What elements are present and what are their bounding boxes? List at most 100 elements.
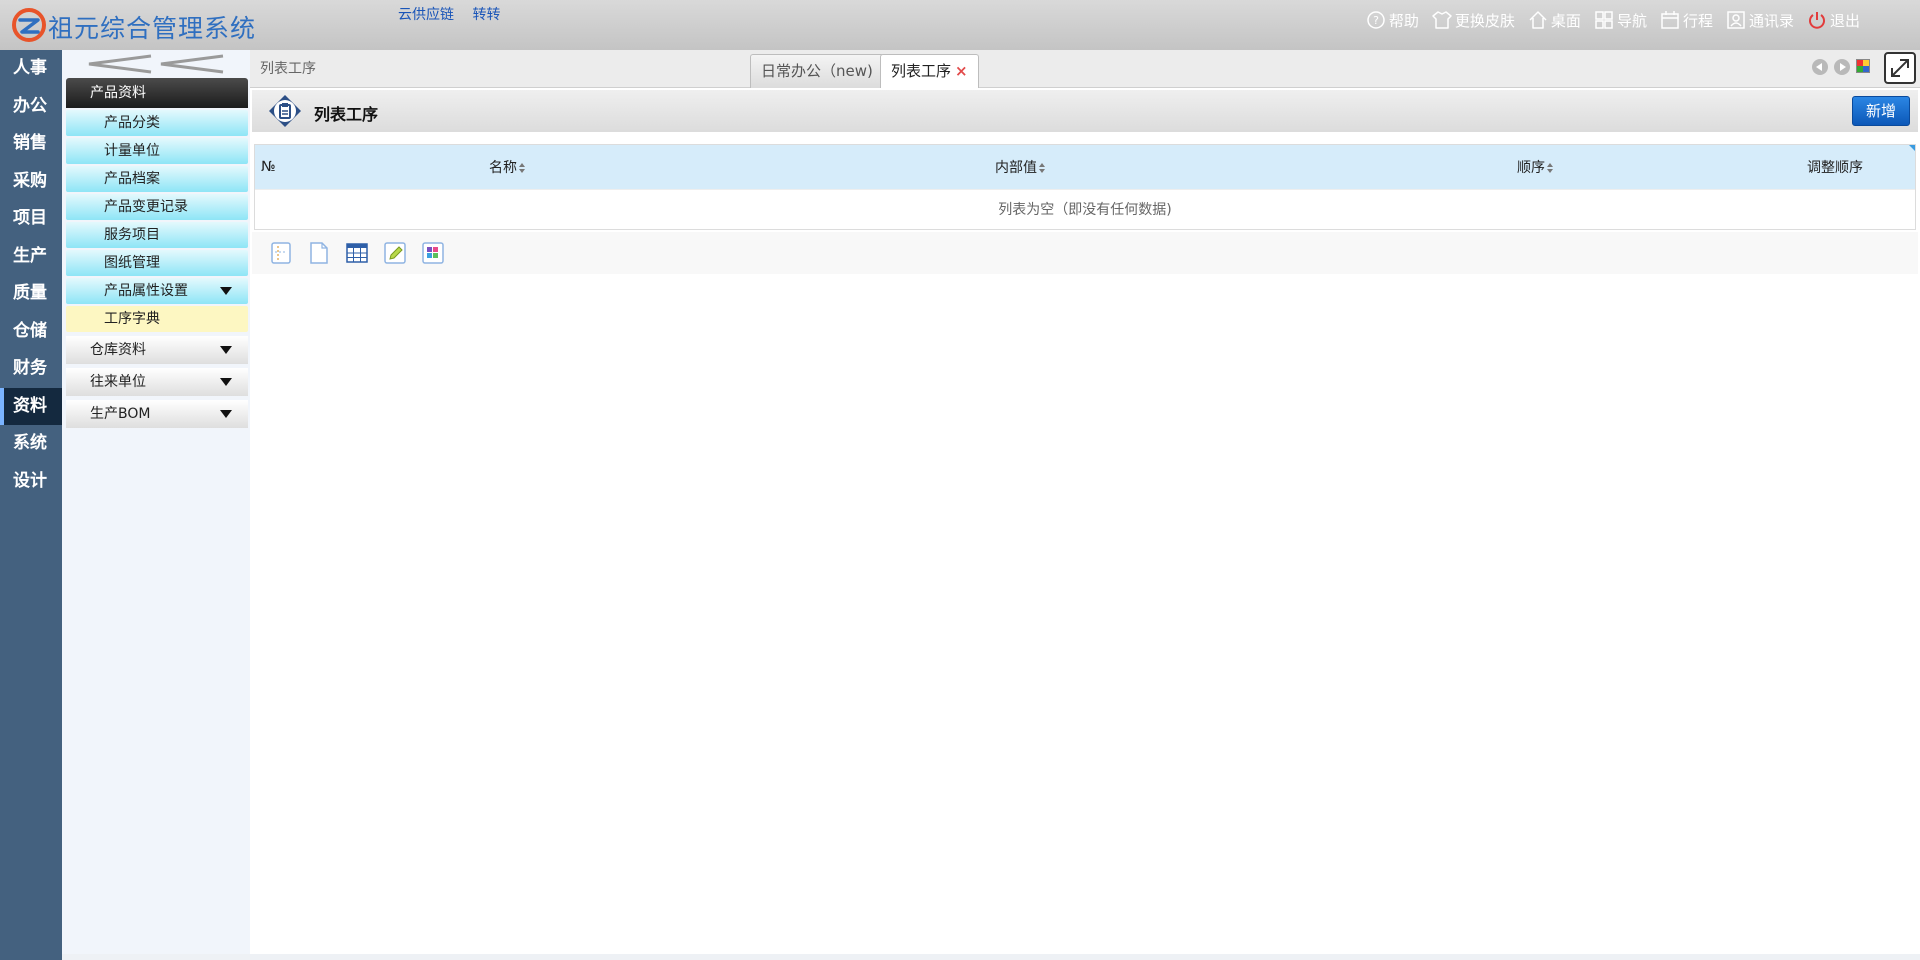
submenu-item-service[interactable]: 服务项目 xyxy=(66,222,248,248)
nav-item-warehouse[interactable]: 仓储 xyxy=(0,313,62,351)
footer-strip xyxy=(62,954,1920,960)
submenu-item-product-archive[interactable]: 产品档案 xyxy=(66,166,248,192)
column-name[interactable]: 名称 xyxy=(489,157,526,177)
app-title: 祖元综合管理系统 xyxy=(48,14,257,43)
fullscreen-button[interactable] xyxy=(1884,52,1916,84)
nav-item-hr[interactable]: 人事 xyxy=(0,50,62,88)
submenu-group-warehouse[interactable]: 仓库资料 xyxy=(66,336,248,364)
process-table: № 名称 内部值 顺序 调整顺序 列表为空（即没有任何数据) xyxy=(254,144,1916,230)
link-cloud-supply[interactable]: 云供应链 xyxy=(398,7,454,23)
tab-daily-office[interactable]: 日常办公（new) xyxy=(750,54,884,88)
submenu-item-process-dict[interactable]: 工序字典 xyxy=(66,306,248,332)
expand-icon xyxy=(1891,59,1909,77)
submenu-item-change-log[interactable]: 产品变更记录 xyxy=(66,194,248,220)
submenu-item-unit[interactable]: 计量单位 xyxy=(66,138,248,164)
left-nav: 人事 办公 销售 采购 项目 生产 质量 仓储 财务 资料 系统 设计 xyxy=(0,50,62,960)
grid-icon xyxy=(1595,11,1613,29)
table-toolbar xyxy=(252,232,1918,274)
page-title: 列表工序 xyxy=(314,105,379,124)
edit-button[interactable] xyxy=(382,240,408,266)
sort-icon xyxy=(519,163,526,173)
submenu-item-drawings[interactable]: 图纸管理 xyxy=(66,250,248,276)
help-button[interactable]: ? 帮助 xyxy=(1365,9,1419,31)
home-icon xyxy=(1529,11,1547,29)
top-links: 云供应链 转转 xyxy=(398,4,514,24)
change-skin-label: 更换皮肤 xyxy=(1454,11,1515,30)
column-order[interactable]: 顺序 xyxy=(1517,157,1554,177)
tab-bar: 列表工序 日常办公（new) 列表工序 × xyxy=(250,50,1920,88)
nav-item-production[interactable]: 生产 xyxy=(0,238,62,276)
nav-item-system[interactable]: 系统 xyxy=(0,425,62,463)
desktop-label: 桌面 xyxy=(1550,11,1581,30)
contacts-button[interactable]: 通讯录 xyxy=(1725,9,1794,31)
clipboard-icon xyxy=(269,95,301,127)
calendar-icon xyxy=(1661,11,1679,29)
link-zhuanzhuan[interactable]: 转转 xyxy=(472,7,500,23)
shirt-icon xyxy=(1432,11,1452,29)
column-number: № xyxy=(261,159,276,175)
pencil-icon xyxy=(384,242,406,264)
desktop-button[interactable]: 桌面 xyxy=(1527,9,1581,31)
contacts-label: 通讯录 xyxy=(1748,11,1794,30)
submenu-item-category[interactable]: 产品分类 xyxy=(66,110,248,136)
column-internal-value-label: 内部值 xyxy=(995,160,1037,176)
column-order-label: 顺序 xyxy=(1517,160,1545,176)
color-palette-icon[interactable] xyxy=(1856,59,1870,73)
collapse-menu-button[interactable] xyxy=(62,50,250,78)
sort-icon xyxy=(1547,163,1554,173)
top-bar: 祖元综合管理系统 云供应链 转转 ? 帮助 更换皮肤 桌面 导航 行程 通讯录 xyxy=(0,0,1920,50)
blank-page-icon xyxy=(310,242,328,264)
column-name-label: 名称 xyxy=(489,160,517,176)
logo-icon xyxy=(12,8,46,42)
nav-item-office[interactable]: 办公 xyxy=(0,88,62,126)
submenu-item-attributes[interactable]: 产品属性设置 xyxy=(66,278,248,304)
table-icon xyxy=(346,243,368,263)
close-icon[interactable]: × xyxy=(955,62,968,80)
column-internal-value[interactable]: 内部值 xyxy=(995,157,1046,177)
schedule-button[interactable]: 行程 xyxy=(1659,9,1713,31)
add-button[interactable]: 新增 xyxy=(1852,96,1910,126)
empty-message: 列表为空（即没有任何数据) xyxy=(255,189,1915,229)
nav-item-project[interactable]: 项目 xyxy=(0,200,62,238)
help-label: 帮助 xyxy=(1388,11,1419,30)
help-icon: ? xyxy=(1367,11,1385,29)
nav-item-purchase[interactable]: 采购 xyxy=(0,163,62,201)
logout-button[interactable]: 退出 xyxy=(1806,9,1860,31)
nav-item-sales[interactable]: 销售 xyxy=(0,125,62,163)
change-skin-button[interactable]: 更换皮肤 xyxy=(1431,9,1515,31)
navigation-label: 导航 xyxy=(1616,11,1647,30)
tab-scroll-left-icon[interactable] xyxy=(1812,59,1828,75)
nav-item-design[interactable]: 设计 xyxy=(0,463,62,501)
table-header: № 名称 内部值 顺序 调整顺序 xyxy=(255,145,1915,189)
double-chevron-left-icon xyxy=(88,54,224,74)
submenu-group-partners-label: 往来单位 xyxy=(90,374,146,390)
submenu-group-bom-label: 生产BOM xyxy=(90,406,151,422)
submenu-panel: 产品资料 产品分类 计量单位 产品档案 产品变更记录 服务项目 图纸管理 产品属… xyxy=(62,50,250,954)
caret-down-icon xyxy=(220,410,232,418)
page-header: 列表工序 新增 xyxy=(252,90,1918,132)
new-document-button[interactable] xyxy=(306,240,332,266)
top-tools: ? 帮助 更换皮肤 桌面 导航 行程 通讯录 退出 xyxy=(1353,8,1860,32)
contacts-icon xyxy=(1727,11,1745,29)
power-icon xyxy=(1809,12,1825,29)
puzzle-icon xyxy=(422,242,444,264)
schedule-label: 行程 xyxy=(1682,11,1713,30)
tab-scroll-right-icon[interactable] xyxy=(1834,59,1850,75)
dotted-page-icon xyxy=(271,242,291,264)
settings-button[interactable] xyxy=(420,240,446,266)
nav-item-data[interactable]: 资料 xyxy=(0,387,62,425)
sort-icon xyxy=(1039,163,1046,173)
tab-process-list[interactable]: 列表工序 × xyxy=(880,54,979,88)
submenu-group-warehouse-label: 仓库资料 xyxy=(90,342,146,358)
submenu-group-partners[interactable]: 往来单位 xyxy=(66,368,248,396)
navigation-button[interactable]: 导航 xyxy=(1593,9,1647,31)
nav-item-finance[interactable]: 财务 xyxy=(0,350,62,388)
submenu-group-bom[interactable]: 生产BOM xyxy=(66,400,248,428)
nav-item-quality[interactable]: 质量 xyxy=(0,275,62,313)
column-adjust-order: 调整顺序 xyxy=(1807,160,1863,176)
submenu-section-product[interactable]: 产品资料 xyxy=(66,78,248,108)
select-columns-button[interactable] xyxy=(268,240,294,266)
caret-down-icon xyxy=(220,346,232,354)
content-area: 列表工序 日常办公（new) 列表工序 × 列表工序 新增 № 名称 内部值 顺… xyxy=(250,50,1920,954)
table-view-button[interactable] xyxy=(344,240,370,266)
